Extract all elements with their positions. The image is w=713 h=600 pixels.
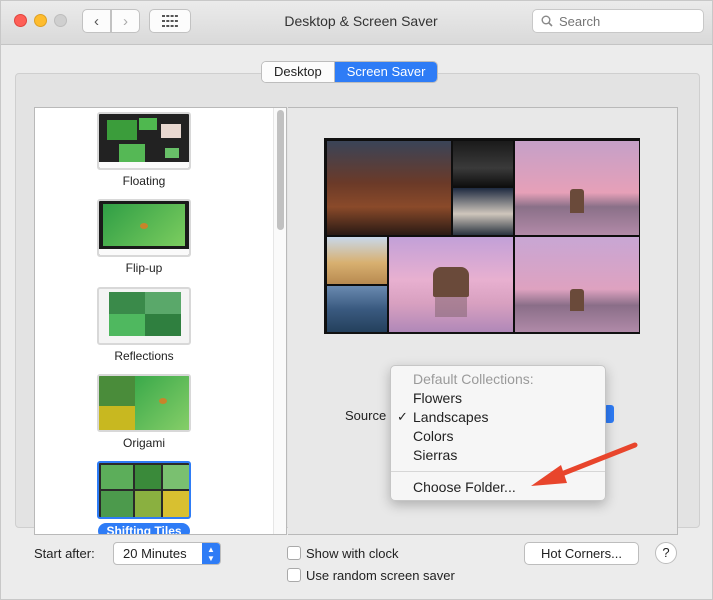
search-field[interactable] [532, 9, 704, 33]
list-item-label: Reflections [114, 349, 174, 363]
tab-bar: Desktop Screen Saver [261, 61, 439, 83]
chevron-right-icon: › [123, 12, 128, 30]
help-button[interactable]: ? [655, 542, 677, 564]
list-item[interactable]: Flip-up [97, 199, 191, 275]
search-input[interactable] [559, 13, 689, 29]
preview-tile [327, 141, 451, 235]
annotation-arrow-icon [531, 442, 638, 486]
list-item-label: Shifting Tiles [98, 523, 190, 534]
close-window-button[interactable] [14, 14, 27, 27]
forward-button[interactable]: › [111, 9, 140, 33]
search-icon [541, 15, 553, 27]
zoom-window-button[interactable] [54, 14, 67, 27]
chevron-left-icon: ‹ [94, 12, 99, 30]
scrollbar-thumb[interactable] [277, 110, 284, 230]
list-item[interactable]: Reflections [97, 287, 191, 363]
preview-tile [327, 286, 387, 332]
menu-item-choose-folder[interactable]: Choose Folder... [413, 479, 516, 495]
reflections-thumbnail [97, 287, 191, 345]
tab-desktop[interactable]: Desktop [262, 62, 335, 82]
menu-item-colors[interactable]: Colors [413, 428, 453, 444]
shifting-tiles-thumbnail [97, 461, 191, 519]
show-with-clock-checkbox[interactable] [287, 546, 301, 560]
tab-screen-saver[interactable]: Screen Saver [334, 62, 438, 82]
screen-saver-preview [324, 138, 640, 334]
show-with-clock-label: Show with clock [306, 546, 399, 561]
menu-item-landscapes[interactable]: Landscapes [413, 409, 489, 425]
origami-thumbnail [97, 374, 191, 432]
minimize-window-button[interactable] [34, 14, 47, 27]
menu-section-header: Default Collections: [413, 371, 534, 387]
show-all-button[interactable] [149, 9, 191, 33]
preview-tile [453, 141, 513, 186]
preview-tile [389, 237, 513, 332]
screen-saver-list[interactable]: Floating Flip-up Reflections Origami Shi… [34, 107, 287, 535]
preferences-window: ‹ › Desktop & Screen Saver Desktop Scree… [0, 0, 713, 600]
back-button[interactable]: ‹ [82, 9, 111, 33]
preview-tile [453, 188, 513, 235]
start-after-value: 20 Minutes [123, 546, 187, 561]
list-item[interactable]: Floating [97, 112, 191, 188]
checkmark-icon: ✓ [397, 409, 408, 424]
title-bar: ‹ › Desktop & Screen Saver [1, 1, 712, 45]
start-after-label: Start after: [34, 546, 95, 561]
preview-tile [515, 237, 639, 332]
select-arrows-icon: ▲ ▼ [202, 543, 220, 564]
preview-tile [327, 237, 387, 284]
list-item[interactable]: Origami [97, 374, 191, 450]
random-screen-saver-checkbox[interactable] [287, 568, 301, 582]
list-item[interactable]: Shifting Tiles [97, 461, 191, 534]
window-title: Desktop & Screen Saver [284, 13, 438, 29]
hot-corners-button[interactable]: Hot Corners... [524, 542, 639, 565]
flip-up-thumbnail [97, 199, 191, 257]
floating-thumbnail [97, 112, 191, 170]
list-scrollbar[interactable] [273, 108, 286, 534]
list-item-label: Origami [122, 436, 165, 450]
grid-icon [162, 15, 178, 27]
list-item-label: Flip-up [125, 261, 163, 275]
menu-item-flowers[interactable]: Flowers [413, 390, 462, 406]
preview-tile [515, 141, 639, 235]
menu-item-sierras[interactable]: Sierras [413, 447, 457, 463]
list-item-label: Floating [122, 174, 166, 188]
start-after-select[interactable]: 20 Minutes ▲ ▼ [113, 542, 221, 565]
source-label: Source [345, 408, 387, 423]
random-screen-saver-label: Use random screen saver [306, 568, 455, 583]
